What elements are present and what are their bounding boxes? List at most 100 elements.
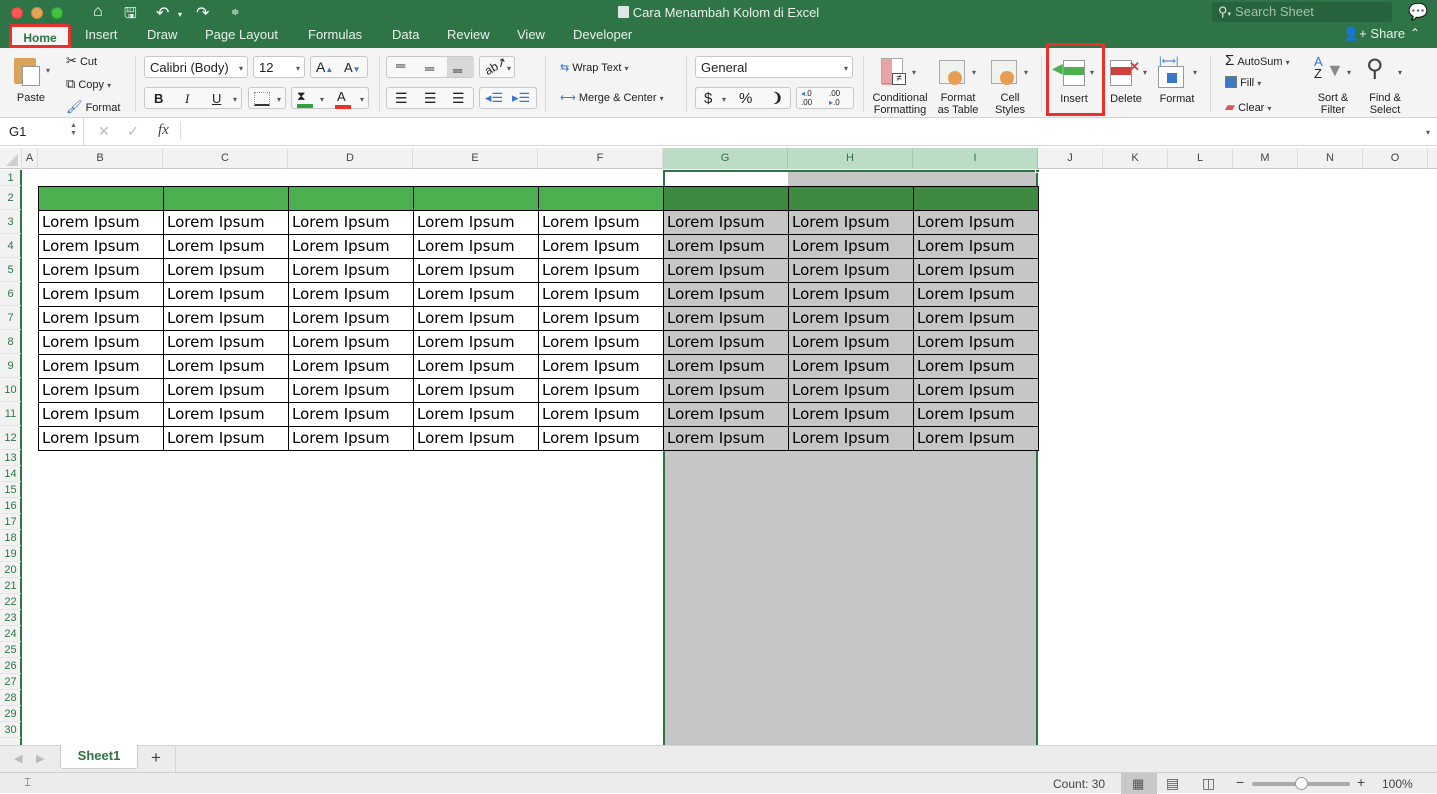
table-cell[interactable]: Lorem Ipsum — [38, 354, 164, 379]
table-cell[interactable]: Lorem Ipsum — [413, 354, 539, 379]
format-painter-button[interactable]: 🖌 Format — [66, 99, 120, 115]
table-cell[interactable]: Lorem Ipsum — [413, 306, 539, 331]
merge-center-button[interactable]: ⟷ Merge & Center ▾ — [560, 91, 664, 104]
increase-indent-button[interactable]: ▸☰ — [512, 90, 530, 106]
table-cell[interactable]: Lorem Ipsum — [413, 402, 539, 427]
confirm-formula-icon[interactable]: ✓ — [127, 123, 139, 140]
cancel-formula-icon[interactable]: ✕ — [98, 123, 110, 140]
table-cell[interactable]: Lorem Ipsum — [413, 210, 539, 235]
macro-record-icon[interactable]: ⌶ — [24, 775, 31, 790]
table-cell[interactable]: Lorem Ipsum — [288, 234, 414, 259]
table-cell[interactable]: Lorem Ipsum — [538, 306, 664, 331]
zoom-in-button[interactable]: + — [1357, 774, 1365, 790]
insert-cells-button[interactable]: ◀ ▾ Insert — [1050, 54, 1102, 114]
font-color-button[interactable]: A — [335, 89, 351, 109]
borders-button[interactable]: ▾ — [248, 87, 286, 109]
row-header-15[interactable]: 15 — [0, 482, 21, 498]
table-cell[interactable]: Lorem Ipsum — [663, 354, 789, 379]
table-cell[interactable]: Lorem Ipsum — [288, 330, 414, 355]
table-cell[interactable]: Lorem Ipsum — [538, 282, 664, 307]
table-cell[interactable]: Lorem Ipsum — [538, 234, 664, 259]
fill-button[interactable]: Fill ▾ — [1225, 76, 1261, 89]
table-cell[interactable]: Lorem Ipsum — [663, 330, 789, 355]
table-cell[interactable]: Lorem Ipsum — [38, 282, 164, 307]
table-cell[interactable]: Lorem Ipsum — [538, 210, 664, 235]
tab-view[interactable]: View — [517, 27, 545, 42]
table-cell[interactable]: Lorem Ipsum — [288, 282, 414, 307]
format-as-table-button[interactable]: ▾ Format as Table — [934, 54, 982, 116]
active-cell-g1[interactable] — [665, 170, 788, 186]
row-header-27[interactable]: 27 — [0, 674, 21, 690]
row-header-10[interactable]: 10 — [0, 378, 21, 402]
table-cell[interactable]: Lorem Ipsum — [663, 234, 789, 259]
column-header-o[interactable]: O — [1363, 148, 1428, 169]
column-header-g[interactable]: G — [663, 148, 788, 169]
decrease-font-size-icon[interactable]: A▼ — [344, 60, 361, 75]
table-cell[interactable]: Lorem Ipsum — [538, 330, 664, 355]
column-header-l[interactable]: L — [1168, 148, 1233, 169]
number-format-select[interactable]: General ▾ — [695, 56, 853, 78]
table-cell[interactable]: Lorem Ipsum — [288, 402, 414, 427]
column-header-c[interactable]: C — [163, 148, 288, 169]
column-header-d[interactable]: D — [288, 148, 413, 169]
table-cell[interactable]: Lorem Ipsum — [913, 282, 1039, 307]
table-cell[interactable]: Lorem Ipsum — [913, 210, 1039, 235]
table-cell[interactable]: Lorem Ipsum — [38, 426, 164, 451]
table-cell[interactable]: Lorem Ipsum — [38, 210, 164, 235]
row-header-9[interactable]: 9 — [0, 354, 21, 378]
row-header-6[interactable]: 6 — [0, 282, 21, 306]
zoom-out-button[interactable]: − — [1236, 774, 1244, 790]
table-cell[interactable]: Lorem Ipsum — [163, 330, 289, 355]
table-cell[interactable]: Lorem Ipsum — [38, 330, 164, 355]
table-cell[interactable]: Lorem Ipsum — [288, 426, 414, 451]
table-header-cell[interactable] — [663, 186, 789, 211]
percent-button[interactable]: % — [739, 90, 752, 107]
underline-button[interactable]: U — [212, 91, 221, 106]
align-bottom-button[interactable]: ═ — [447, 57, 474, 78]
tab-page-layout[interactable]: Page Layout — [205, 27, 278, 42]
column-header-b[interactable]: B — [38, 148, 163, 169]
table-cell[interactable]: Lorem Ipsum — [163, 378, 289, 403]
row-header-19[interactable]: 19 — [0, 546, 21, 562]
search-sheet-input[interactable]: ⚲▾ Search Sheet — [1212, 2, 1392, 22]
table-cell[interactable]: Lorem Ipsum — [538, 378, 664, 403]
tab-developer[interactable]: Developer — [573, 27, 632, 42]
table-cell[interactable]: Lorem Ipsum — [163, 354, 289, 379]
table-cell[interactable]: Lorem Ipsum — [38, 234, 164, 259]
table-cell[interactable]: Lorem Ipsum — [163, 282, 289, 307]
format-cells-button[interactable]: |⟷| ▾ Format — [1155, 54, 1203, 114]
column-header-e[interactable]: E — [413, 148, 538, 169]
conditional-formatting-button[interactable]: ≠ ▾ Conditional Formatting — [870, 54, 930, 116]
add-sheet-button[interactable]: + — [151, 748, 161, 768]
row-header-2[interactable]: 2 — [0, 186, 21, 210]
table-header-cell[interactable] — [788, 186, 914, 211]
table-cell[interactable]: Lorem Ipsum — [538, 402, 664, 427]
table-cell[interactable]: Lorem Ipsum — [413, 330, 539, 355]
table-cell[interactable]: Lorem Ipsum — [913, 306, 1039, 331]
table-cell[interactable]: Lorem Ipsum — [288, 258, 414, 283]
row-header-24[interactable]: 24 — [0, 626, 21, 642]
table-cell[interactable]: Lorem Ipsum — [288, 306, 414, 331]
table-cell[interactable]: Lorem Ipsum — [538, 426, 664, 451]
table-cell[interactable]: Lorem Ipsum — [163, 306, 289, 331]
page-break-view-icon[interactable]: ◫ — [1202, 775, 1215, 792]
column-header-a[interactable]: A — [22, 148, 38, 169]
copy-button[interactable]: ⧉ Copy ▾ — [66, 76, 111, 92]
sort-filter-button[interactable]: AZ ▼ ▾ Sort & Filter — [1310, 54, 1356, 116]
row-header-25[interactable]: 25 — [0, 642, 21, 658]
table-cell[interactable]: Lorem Ipsum — [163, 402, 289, 427]
table-cell[interactable]: Lorem Ipsum — [788, 354, 914, 379]
table-cell[interactable]: Lorem Ipsum — [788, 306, 914, 331]
row-header-16[interactable]: 16 — [0, 498, 21, 514]
table-cell[interactable]: Lorem Ipsum — [38, 306, 164, 331]
tab-data[interactable]: Data — [392, 27, 419, 42]
column-header-m[interactable]: M — [1233, 148, 1298, 169]
table-cell[interactable]: Lorem Ipsum — [913, 402, 1039, 427]
table-cell[interactable]: Lorem Ipsum — [288, 354, 414, 379]
table-cell[interactable]: Lorem Ipsum — [413, 426, 539, 451]
row-header-21[interactable]: 21 — [0, 578, 21, 594]
expand-formula-bar-icon[interactable]: ▾ — [1426, 128, 1430, 137]
column-header-h[interactable]: H — [788, 148, 913, 169]
table-cell[interactable]: Lorem Ipsum — [788, 402, 914, 427]
autosum-button[interactable]: Σ AutoSum ▾ — [1225, 52, 1290, 69]
